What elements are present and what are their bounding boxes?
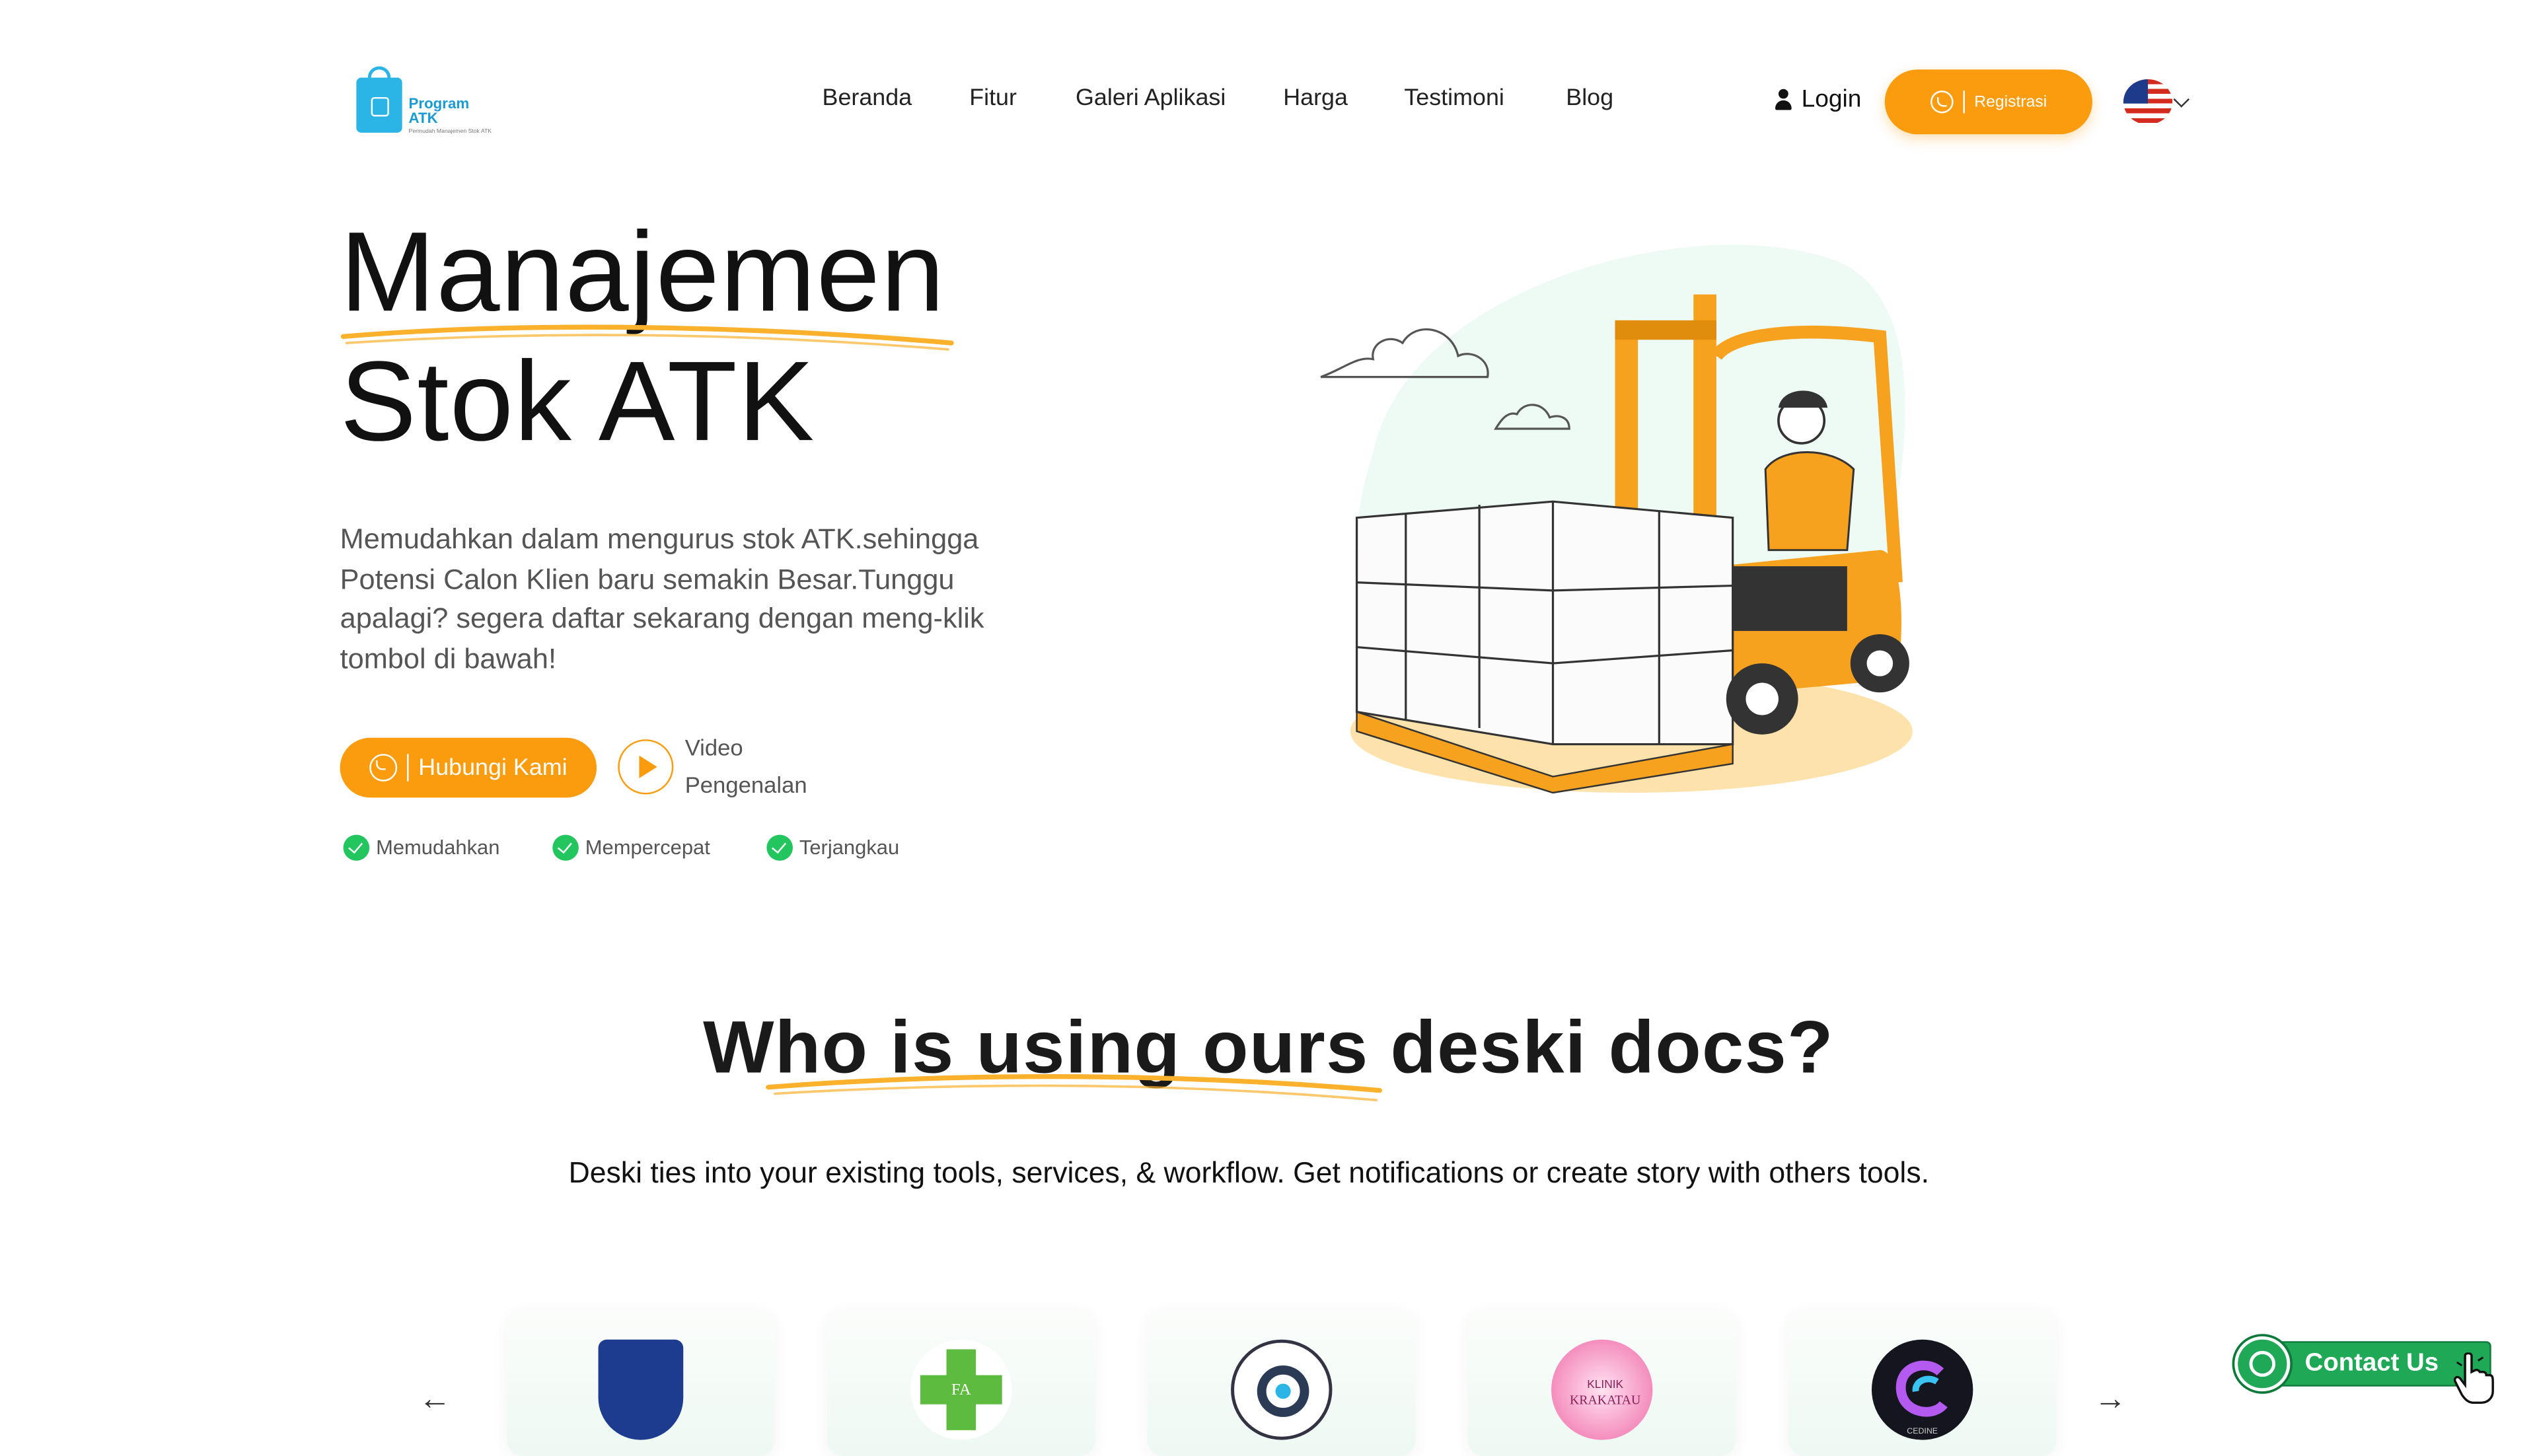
carousel-next-arrow[interactable]: → (2094, 1381, 2126, 1418)
hero-title-line2: Stok ATK (340, 338, 815, 464)
p-logo (1231, 1339, 1333, 1440)
check-icon (343, 834, 370, 861)
hero-title-line1: Manajemen (340, 208, 945, 335)
login-link[interactable]: Login (1775, 85, 1862, 114)
user-icon (1775, 89, 1792, 110)
check-icon (552, 834, 579, 861)
cedine-logo-mark: CEDINE (1895, 1360, 1948, 1436)
play-icon[interactable] (618, 739, 674, 795)
klinik-krakatau-logo: KLINIK KRAKATAU (1551, 1339, 1653, 1440)
feature-label: Memudahkan (376, 836, 500, 859)
client-card[interactable]: FA (827, 1310, 1095, 1456)
video-label-line2: Pengenalan (684, 772, 807, 798)
video-intro-link[interactable]: Video Pengenalan (685, 729, 832, 804)
logo[interactable]: Program ATK Permudah Manajemen Stok ATK (349, 65, 529, 143)
nav-testimoni[interactable]: Testimoni (1404, 86, 1504, 112)
svg-text:KLINIK: KLINIK (1587, 1377, 1623, 1391)
chevron-down-icon[interactable] (2173, 91, 2190, 108)
fa-logo-text: FA (951, 1381, 971, 1399)
whatsapp-icon (369, 754, 398, 782)
client-card[interactable]: CEDINE (1788, 1310, 2057, 1456)
nav-galeri-aplikasi[interactable]: Galeri Aplikasi (1076, 86, 1226, 112)
clients-subtitle: Deski ties into your existing tools, ser… (568, 1157, 1929, 1190)
svg-text:KRAKATAU: KRAKATAU (1570, 1393, 1640, 1408)
login-label: Login (1801, 85, 1862, 114)
client-card[interactable] (1147, 1310, 1416, 1456)
city-emblem-logo (598, 1339, 684, 1440)
whatsapp-icon (1930, 91, 1954, 114)
contact-us-button[interactable]: Hubungi Kami (340, 737, 597, 798)
cross-icon: FA (920, 1349, 1002, 1430)
forklift-illustration (1320, 244, 1913, 794)
logo-text-atk: ATK (408, 110, 438, 127)
register-label: Registrasi (1974, 92, 2047, 111)
feature-item: Memudahkan (343, 834, 500, 861)
client-card[interactable] (507, 1310, 775, 1456)
nav-blog[interactable]: Blog (1566, 86, 1613, 112)
klinik-krakatau-text: KLINIK KRAKATAU (1570, 1377, 1640, 1408)
us-flag-icon[interactable] (2123, 79, 2173, 125)
shopping-bag-icon (356, 66, 402, 133)
divider (1962, 91, 1965, 114)
divider (406, 754, 409, 782)
nav-harga[interactable]: Harga (1283, 86, 1348, 112)
feature-item: Terjangkau (766, 834, 900, 861)
carousel-prev-arrow[interactable]: ← (418, 1381, 451, 1418)
nav-fitur[interactable]: Fitur (969, 86, 1017, 112)
clients-title-underline (766, 1074, 1382, 1102)
nav-beranda[interactable]: Beranda (823, 86, 912, 112)
feature-item: Mempercepat (552, 834, 710, 861)
cedine-text: CEDINE (1907, 1426, 1938, 1436)
feature-label: Mempercepat (585, 836, 710, 859)
cedine-logo: CEDINE (1871, 1339, 1973, 1440)
feature-label: Terjangkau (799, 836, 900, 859)
logo-tagline: Permudah Manajemen Stok ATK (408, 127, 492, 135)
check-icon (766, 834, 793, 861)
client-card[interactable]: KLINIK KRAKATAU (1467, 1310, 1736, 1456)
register-button[interactable]: Registrasi (1884, 69, 2092, 135)
contact-button-label: Hubungi Kami (418, 754, 568, 781)
title-underline (340, 324, 954, 351)
video-label-line1: Video (684, 734, 743, 761)
whatsapp-icon (2234, 1336, 2291, 1392)
hero-description: Memudahkan dalam mengurus stok ATK.sehin… (340, 523, 984, 674)
p-logo-mark (1257, 1365, 1309, 1417)
fa-logo: FA (910, 1339, 1012, 1440)
hand-pointer-icon (2453, 1352, 2494, 1404)
